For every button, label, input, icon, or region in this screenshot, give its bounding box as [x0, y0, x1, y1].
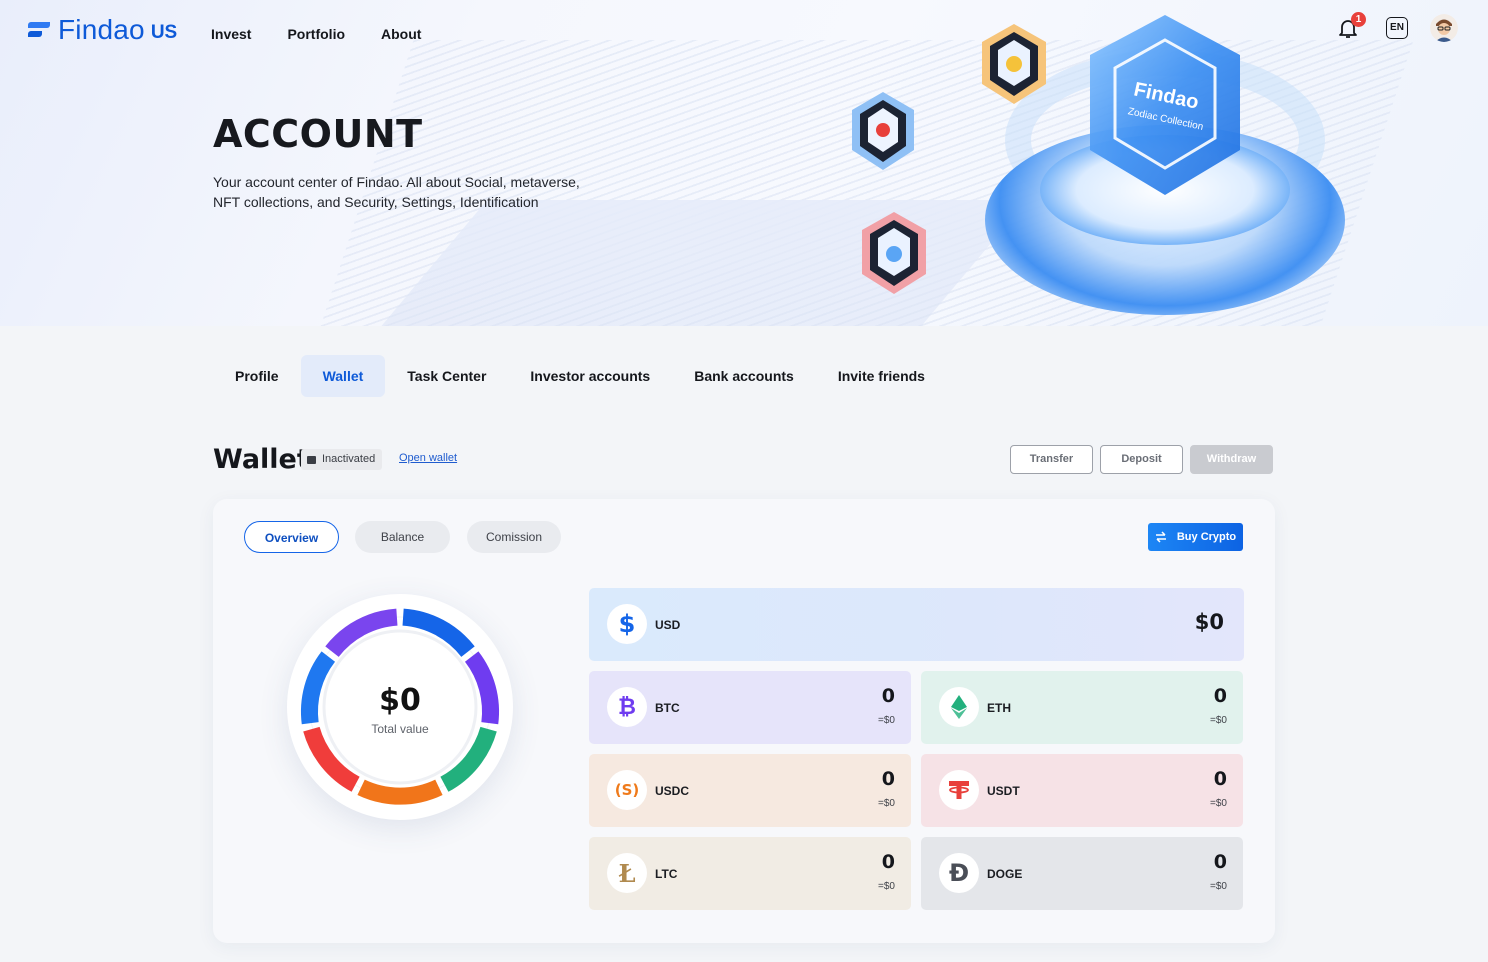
deposit-button[interactable]: Deposit — [1100, 445, 1183, 474]
asset-row-btc[interactable]: ₿ BTC 0 =$0 — [589, 671, 911, 744]
asset-amount: 0 — [881, 851, 895, 873]
asset-row-eth[interactable]: ETH 0 =$0 — [921, 671, 1243, 744]
asset-name: BTC — [655, 701, 680, 715]
hero-banner: Findao Zodiac Collection ACCOUNT Your ac… — [0, 0, 1488, 326]
total-value-donut: $0 Total value — [287, 594, 513, 820]
asset-row-doge[interactable]: Đ DOGE 0 =$0 — [921, 837, 1243, 910]
wallet-status-text: Inactivated — [322, 453, 376, 465]
tab-bank-accounts[interactable]: Bank accounts — [672, 355, 816, 397]
nft-badge-gold — [982, 24, 1046, 104]
donut-center: $0 Total value — [287, 594, 513, 820]
page-title: ACCOUNT — [213, 112, 423, 156]
tab-profile[interactable]: Profile — [213, 355, 301, 397]
asset-name: LTC — [655, 867, 678, 881]
asset-row-usdt[interactable]: USDT 0 =$0 — [921, 754, 1243, 827]
dogecoin-icon: Đ — [939, 853, 979, 893]
nav-actions: 1 EN — [1336, 12, 1458, 42]
asset-amount: 0 — [1213, 685, 1227, 707]
asset-name: USD — [655, 618, 681, 632]
withdraw-button[interactable]: Withdraw — [1190, 445, 1273, 474]
tether-icon — [939, 770, 979, 810]
asset-row-usd[interactable]: $ USD $0 — [589, 588, 1244, 661]
asset-name: DOGE — [987, 867, 1023, 881]
notification-count-badge: 1 — [1351, 12, 1366, 27]
asset-row-usdc[interactable]: (S) USDC 0 =$0 — [589, 754, 911, 827]
asset-name: USDT — [987, 784, 1020, 798]
segment-comission[interactable]: Comission — [467, 521, 561, 553]
asset-amount: 0 — [1213, 851, 1227, 873]
asset-row-ltc[interactable]: Ł LTC 0 =$0 — [589, 837, 911, 910]
wallet-card: Overview Balance Comission Buy Crypto $0… — [213, 499, 1275, 943]
wallet-status-badge: Inactivated — [301, 449, 383, 470]
notifications-button[interactable]: 1 — [1336, 12, 1366, 42]
asset-amount: 0 — [881, 768, 895, 790]
wallet-icon — [307, 455, 316, 464]
account-tabs: Profile Wallet Task Center Investor acco… — [213, 355, 947, 397]
segment-balance[interactable]: Balance — [355, 521, 450, 553]
asset-amount: $0 — [1194, 610, 1224, 634]
findao-logo-mark-icon — [28, 19, 50, 41]
logo-text: Findao — [58, 14, 145, 45]
litecoin-icon: Ł — [607, 853, 647, 893]
nft-badge-pink — [862, 212, 926, 294]
usdc-icon: (S) — [607, 770, 647, 810]
logo-region: US — [150, 22, 178, 43]
asset-usd-value: =$0 — [1210, 881, 1227, 892]
asset-usd-value: =$0 — [878, 881, 895, 892]
buy-crypto-button[interactable]: Buy Crypto — [1148, 523, 1243, 551]
nft-badge-blue — [852, 92, 914, 170]
ethereum-icon — [939, 687, 979, 727]
segment-overview[interactable]: Overview — [244, 521, 339, 553]
language-switcher[interactable]: EN — [1386, 17, 1408, 39]
total-value-label: Total value — [371, 721, 429, 736]
asset-name: USDC — [655, 784, 690, 798]
wallet-actions: Transfer Deposit Withdraw — [1010, 445, 1273, 474]
user-avatar[interactable] — [1430, 14, 1458, 42]
tab-wallet[interactable]: Wallet — [300, 355, 386, 397]
tab-task-center[interactable]: Task Center — [385, 355, 508, 397]
nav-portfolio[interactable]: Portfolio — [287, 26, 345, 42]
dollar-icon: $ — [607, 604, 647, 644]
transfer-button[interactable]: Transfer — [1010, 445, 1093, 474]
findao-logo[interactable]: Findao US — [28, 14, 177, 46]
asset-usd-value: =$0 — [1210, 798, 1227, 809]
asset-amount: 0 — [1213, 768, 1227, 790]
nav-invest[interactable]: Invest — [211, 26, 251, 42]
wallet-title: Wallet — [213, 444, 310, 475]
swap-icon — [1155, 531, 1166, 543]
page-description: Your account center of Findao. All about… — [213, 174, 580, 210]
total-value-amount: $0 — [379, 682, 421, 718]
asset-name: ETH — [987, 701, 1011, 715]
asset-amount: 0 — [881, 685, 895, 707]
main-nav: Invest Portfolio About — [211, 26, 421, 42]
buy-crypto-label: Buy Crypto — [1176, 531, 1237, 543]
bitcoin-icon: ₿ — [607, 687, 647, 727]
nav-about[interactable]: About — [381, 26, 421, 42]
tab-invite-friends[interactable]: Invite friends — [816, 355, 947, 397]
asset-usd-value: =$0 — [878, 798, 895, 809]
avatar-icon — [1430, 14, 1458, 42]
asset-usd-value: =$0 — [1210, 715, 1227, 726]
findao-hexagon-art: Findao Zodiac Collection — [1090, 15, 1240, 195]
asset-usd-value: =$0 — [878, 715, 895, 726]
tab-investor-accounts[interactable]: Investor accounts — [508, 355, 672, 397]
open-wallet-link[interactable]: Open wallet — [399, 452, 457, 464]
